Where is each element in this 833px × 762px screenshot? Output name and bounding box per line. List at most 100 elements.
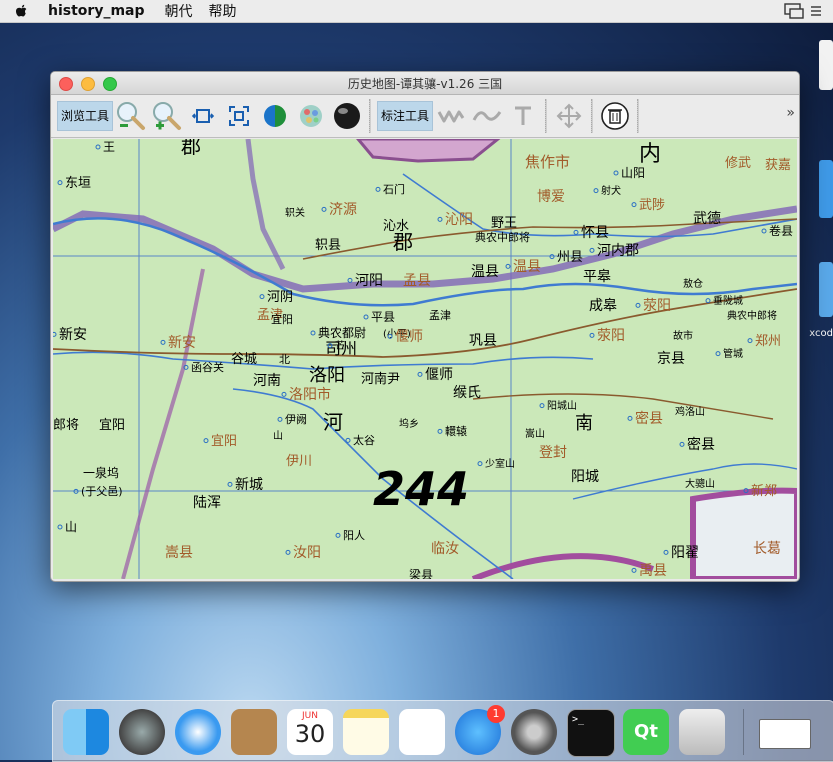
fit-all-icon bbox=[229, 106, 250, 126]
map-place-label: 谷城 bbox=[231, 352, 257, 367]
menu-help[interactable]: 帮助 bbox=[209, 1, 237, 21]
map-place-label: 沁阳 bbox=[445, 212, 473, 228]
safari-icon[interactable] bbox=[175, 709, 221, 755]
map-place-label: 射犬 bbox=[601, 184, 621, 197]
curve-draw-icon bbox=[472, 111, 502, 121]
qt-creator-icon[interactable]: Qt bbox=[623, 709, 669, 755]
map-place-label: 偃师 bbox=[425, 366, 453, 383]
browse-tools-button[interactable]: 浏览工具 bbox=[57, 101, 114, 131]
map-place-label: 新安 bbox=[59, 327, 87, 343]
zoom-in-button[interactable] bbox=[149, 99, 185, 133]
zoom-button[interactable] bbox=[103, 77, 117, 91]
trash-button[interactable] bbox=[597, 99, 633, 133]
map-place-label: 东垣 bbox=[65, 176, 91, 191]
map-place-label: 京县 bbox=[657, 351, 685, 367]
map-place-label: 山阳 bbox=[621, 166, 645, 180]
calendar-icon[interactable]: JUN 30 bbox=[287, 709, 333, 755]
toolbar-separator bbox=[369, 99, 372, 133]
map-place-label: 梁县 bbox=[409, 567, 433, 579]
map-place-label: 坞乡 bbox=[399, 417, 419, 430]
desktop-folder-icon[interactable] bbox=[819, 160, 833, 218]
trash-icon bbox=[601, 102, 629, 130]
menu-dynasty[interactable]: 朝代 bbox=[165, 1, 193, 21]
map-place-label: 焦作市 bbox=[525, 153, 570, 171]
map-place-label: 汝阳 bbox=[293, 545, 321, 561]
map-place-label: 北 bbox=[279, 353, 290, 366]
dock-separator bbox=[743, 709, 744, 755]
wave-draw-button[interactable] bbox=[433, 99, 469, 133]
map-place-label: 阳城 bbox=[571, 469, 599, 485]
map-place-label: 王 bbox=[103, 140, 115, 154]
reminders-icon[interactable] bbox=[399, 709, 445, 755]
desktop-xcode-icon[interactable] bbox=[819, 262, 833, 317]
map-place-label: 宜阳 bbox=[99, 418, 125, 433]
map-place-label: 宜阳 bbox=[211, 434, 237, 449]
map-place-label: 一泉坞 bbox=[83, 465, 119, 480]
map-canvas[interactable]: 244 王郡内修武 东垣 焦作市 山阳 获嘉 石门 博爱 射犬 轵关 济源 沁水 沁阳 野王 武陟 武德 卷县… bbox=[53, 139, 797, 579]
minimize-button[interactable] bbox=[81, 77, 95, 91]
fit-width-button[interactable] bbox=[185, 99, 221, 133]
map-place-label: 南 bbox=[575, 413, 593, 434]
window-thumbnail-icon[interactable] bbox=[759, 719, 811, 749]
map-place-label: 州县 bbox=[557, 250, 583, 265]
status-area bbox=[783, 2, 823, 20]
map-place-label: 卷县 bbox=[769, 223, 793, 238]
map-place-label: 密县 bbox=[635, 410, 663, 427]
xcode-instruments-icon[interactable] bbox=[679, 709, 725, 755]
map-place-label: 洛阳市 bbox=[289, 386, 331, 403]
boundary-region bbox=[690, 487, 797, 579]
system-preferences-icon[interactable] bbox=[511, 709, 557, 755]
move-button[interactable] bbox=[551, 99, 587, 133]
notes-icon[interactable] bbox=[343, 709, 389, 755]
finder-icon[interactable] bbox=[63, 709, 109, 755]
dark-globe-icon bbox=[334, 103, 361, 129]
list-icon[interactable] bbox=[809, 2, 823, 20]
zoom-out-button[interactable] bbox=[113, 99, 149, 133]
map-place-label: 阳城山 bbox=[547, 400, 577, 412]
half-globe-button[interactable] bbox=[257, 99, 293, 133]
map-place-label: 山 bbox=[65, 520, 77, 534]
desktop-file-icon[interactable] bbox=[819, 40, 833, 90]
map-place-label: 获嘉 bbox=[765, 158, 791, 173]
map-place-label: 郑州 bbox=[755, 334, 781, 349]
terminal-icon[interactable]: >_ bbox=[567, 709, 615, 757]
screen-mirroring-icon[interactable] bbox=[783, 2, 805, 20]
curve-draw-button[interactable] bbox=[469, 99, 505, 133]
zoom-out-icon bbox=[117, 102, 146, 130]
toolbar-overflow-button[interactable]: » bbox=[786, 105, 795, 121]
map-place-label: 嵩县 bbox=[165, 545, 193, 561]
map-place-label: 典农都尉 bbox=[318, 325, 366, 340]
close-button[interactable] bbox=[59, 77, 73, 91]
annotate-tools-button[interactable]: 标注工具 bbox=[377, 101, 434, 131]
app-window: 历史地图-谭其骧-v1.26 三国 浏览工具 标注工具 » 244 王 郡 内 … bbox=[50, 71, 800, 582]
map-place-label: 新安 bbox=[168, 335, 196, 351]
map-place-label: 野王 bbox=[491, 216, 517, 231]
historical-map[interactable]: 244 王郡内修武东垣焦作市山阳 获嘉石门 博爱 射犬轵关 济源沁水 沁阳 野王武陟武德卷县… bbox=[53, 139, 797, 579]
flower-globe-button[interactable] bbox=[293, 99, 329, 133]
wave-draw-icon bbox=[437, 110, 465, 123]
title-bar[interactable]: 历史地图-谭其骧-v1.26 三国 bbox=[51, 72, 799, 95]
map-place-label: 登封 bbox=[539, 445, 567, 461]
dock: JUN 30 1 >_ Qt bbox=[52, 700, 833, 762]
apple-logo-icon[interactable] bbox=[14, 3, 30, 19]
map-place-label: 垂陇城 bbox=[713, 294, 743, 307]
app-store-icon[interactable]: 1 bbox=[455, 705, 505, 755]
launchpad-icon[interactable] bbox=[119, 709, 165, 755]
fit-all-button[interactable] bbox=[221, 99, 257, 133]
flower-globe-icon bbox=[300, 105, 323, 127]
map-place-label: 伊阙 bbox=[285, 413, 307, 426]
toolbar: 浏览工具 标注工具 » bbox=[51, 95, 799, 138]
map-place-label: 武陟 bbox=[639, 198, 665, 213]
map-place-label: 典农中郎将 bbox=[727, 309, 777, 322]
app-menu[interactable]: history_map bbox=[48, 3, 145, 19]
text-tool-icon bbox=[515, 106, 532, 125]
map-place-label: 孟县 bbox=[403, 273, 431, 289]
map-place-label: (于父邑) bbox=[81, 485, 123, 498]
text-tool-button[interactable] bbox=[505, 99, 541, 133]
map-place-label: 偃师 bbox=[395, 328, 423, 345]
map-place-label: 平皋 bbox=[583, 269, 611, 285]
dark-globe-button[interactable] bbox=[329, 99, 365, 133]
boundary-region bbox=[356, 139, 501, 163]
half-globe-icon bbox=[264, 105, 287, 127]
contacts-icon[interactable] bbox=[231, 709, 277, 755]
